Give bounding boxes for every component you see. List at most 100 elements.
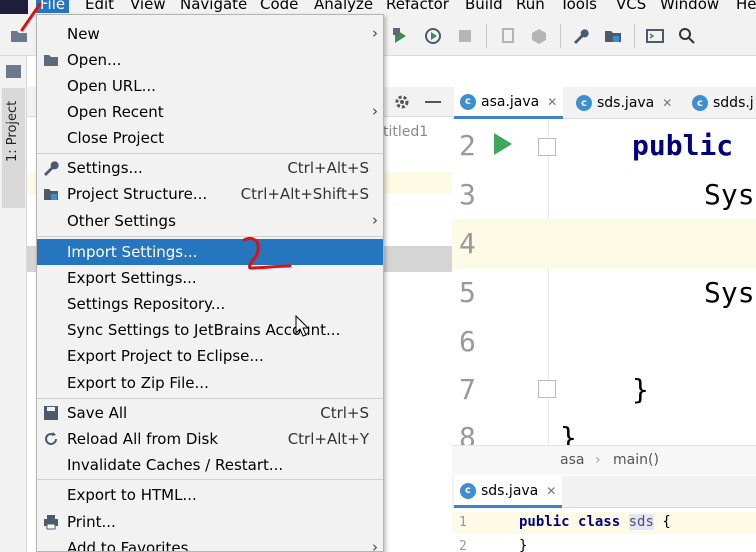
stop-icon[interactable] <box>456 27 474 45</box>
tab-asa-java[interactable]: c asa.java ✕ <box>454 87 564 119</box>
java-class-icon: c <box>692 95 708 111</box>
menu-item-reload-all[interactable]: Reload All from Disk Ctrl+Alt+Y <box>37 426 383 452</box>
terminal-icon[interactable] <box>646 27 664 45</box>
code-text: Sys <box>704 276 755 309</box>
menu-item-invalidate-caches[interactable]: Invalidate Caches / Restart... <box>37 452 383 478</box>
menu-separator <box>37 236 383 237</box>
tab-sdds-java[interactable]: c sdds.j <box>686 87 756 119</box>
chevron-right-icon: › <box>372 538 378 552</box>
fold-icon[interactable] <box>538 380 556 398</box>
tab-sds-java-bottom[interactable]: c sds.java ✕ <box>454 476 563 508</box>
menu-item-open-recent[interactable]: Open Recent › <box>37 99 383 125</box>
tool-window-strip: 1: Project <box>0 56 27 552</box>
mouse-cursor-icon <box>295 315 309 337</box>
menu-item-other-settings[interactable]: Other Settings › <box>37 208 383 234</box>
build-artifacts-icon[interactable] <box>530 27 548 45</box>
menu-item-settings-repository[interactable]: Settings Repository... <box>37 291 383 317</box>
menu-separator <box>37 479 383 480</box>
menu-item-export-eclipse[interactable]: Export Project to Eclipse... <box>37 343 383 369</box>
menu-item-save-all[interactable]: Save All Ctrl+S <box>37 400 383 426</box>
profile-icon[interactable] <box>424 27 442 45</box>
menu-item-print[interactable]: Print... <box>37 509 383 535</box>
chevron-right-icon: › <box>372 211 378 229</box>
shortcut-label: Ctrl+Alt+Shift+S <box>240 185 369 203</box>
code-line: public class sds { <box>519 514 671 530</box>
gear-icon[interactable] <box>394 94 410 110</box>
open-folder-icon[interactable] <box>10 27 28 45</box>
menu-view[interactable]: View <box>130 0 166 13</box>
wrench-icon[interactable] <box>572 27 590 45</box>
tab-sds-java[interactable]: c sds.java ✕ <box>570 87 678 119</box>
menu-code[interactable]: Code <box>260 0 298 13</box>
menu-run[interactable]: Run <box>516 0 545 13</box>
menu-vcs[interactable]: VCS <box>616 0 646 13</box>
code-line: } <box>519 538 528 552</box>
line-number: 7 <box>459 373 476 406</box>
menu-tools[interactable]: Tools <box>560 0 597 13</box>
menu-item-close-project[interactable]: Close Project <box>37 125 383 151</box>
hide-icon[interactable] <box>425 101 441 103</box>
close-icon[interactable]: ✕ <box>662 96 672 110</box>
run-with-coverage-icon[interactable] <box>392 27 410 45</box>
code-brace: } <box>560 421 577 445</box>
run-gutter-icon[interactable] <box>494 133 512 155</box>
chevron-right-icon: › <box>372 102 378 120</box>
tab-label: sds.java <box>481 482 539 499</box>
java-class-icon: c <box>576 95 592 111</box>
menu-item-new[interactable]: New › <box>37 21 383 47</box>
wrench-icon <box>44 161 59 176</box>
editor-tab-bar: c asa.java ✕ c sds.java ✕ c sdds.j <box>452 87 756 119</box>
menu-item-open-url[interactable]: Open URL... <box>37 73 383 99</box>
menu-item-sync-settings[interactable]: Sync Settings to JetBrains Account... <box>37 317 383 343</box>
code-brace: } <box>632 373 649 406</box>
current-line-highlight <box>452 219 756 269</box>
save-icon <box>44 406 58 420</box>
shortcut-label: Ctrl+Alt+S <box>287 159 369 177</box>
fold-icon[interactable] <box>538 138 556 156</box>
print-icon <box>44 515 58 530</box>
close-icon[interactable]: ✕ <box>546 484 556 498</box>
line-number: 4 <box>459 227 476 260</box>
structure-icon[interactable] <box>5 64 22 79</box>
menu-edit[interactable]: Edit <box>85 0 114 13</box>
line-number: 2 <box>459 129 476 162</box>
reload-icon <box>45 432 57 445</box>
menu-item-import-settings[interactable]: Import Settings... <box>37 239 383 265</box>
menu-window[interactable]: Window <box>660 0 719 13</box>
menu-item-settings[interactable]: Settings... Ctrl+Alt+S <box>37 155 383 181</box>
menu-help[interactable]: He <box>736 0 756 13</box>
menu-navigate[interactable]: Navigate <box>180 0 247 13</box>
project-tab-label: 1: Project <box>5 100 20 162</box>
line-number: 1 <box>459 515 467 530</box>
tab-label: sds.java <box>597 95 655 111</box>
menu-separator <box>37 153 383 154</box>
chevron-right-icon: › <box>372 24 378 42</box>
project-tool-tab[interactable]: 1: Project <box>2 88 25 208</box>
menu-item-export-settings[interactable]: Export Settings... <box>37 265 383 291</box>
menu-item-add-to-favorites[interactable]: Add to Favorites › <box>37 535 383 552</box>
menu-file[interactable]: File <box>36 0 70 13</box>
tab-label: sdds.j <box>713 95 754 111</box>
line-number: 5 <box>459 276 476 309</box>
close-icon[interactable]: ✕ <box>547 95 557 109</box>
project-structure-icon <box>44 189 58 200</box>
breadcrumb-item[interactable]: main() <box>613 452 659 468</box>
menu-item-export-zip[interactable]: Export to Zip File... <box>37 370 383 396</box>
search-icon[interactable] <box>678 27 696 45</box>
menu-item-open[interactable]: Open... <box>37 47 383 73</box>
code-keyword: public <box>632 129 734 162</box>
line-number: 6 <box>459 325 476 358</box>
menu-build[interactable]: Build <box>465 0 503 13</box>
menu-analyze[interactable]: Analyze <box>314 0 373 13</box>
shortcut-label: Ctrl+S <box>320 404 369 422</box>
bottom-editor-tab-bar: c sds.java ✕ <box>452 476 756 508</box>
breadcrumb-item[interactable]: asa <box>560 452 584 468</box>
menu-refactor[interactable]: Refactor <box>386 0 449 13</box>
bottom-editor-code-area[interactable]: 1 2 public class sds { } <box>452 508 756 552</box>
menu-item-export-html[interactable]: Export to HTML... <box>37 482 383 508</box>
line-number: 3 <box>459 178 476 211</box>
menu-item-project-structure[interactable]: Project Structure... Ctrl+Alt+Shift+S <box>37 181 383 207</box>
project-structure-icon[interactable] <box>604 27 622 45</box>
java-class-icon: c <box>460 482 476 499</box>
attach-debugger-icon[interactable] <box>500 27 518 45</box>
